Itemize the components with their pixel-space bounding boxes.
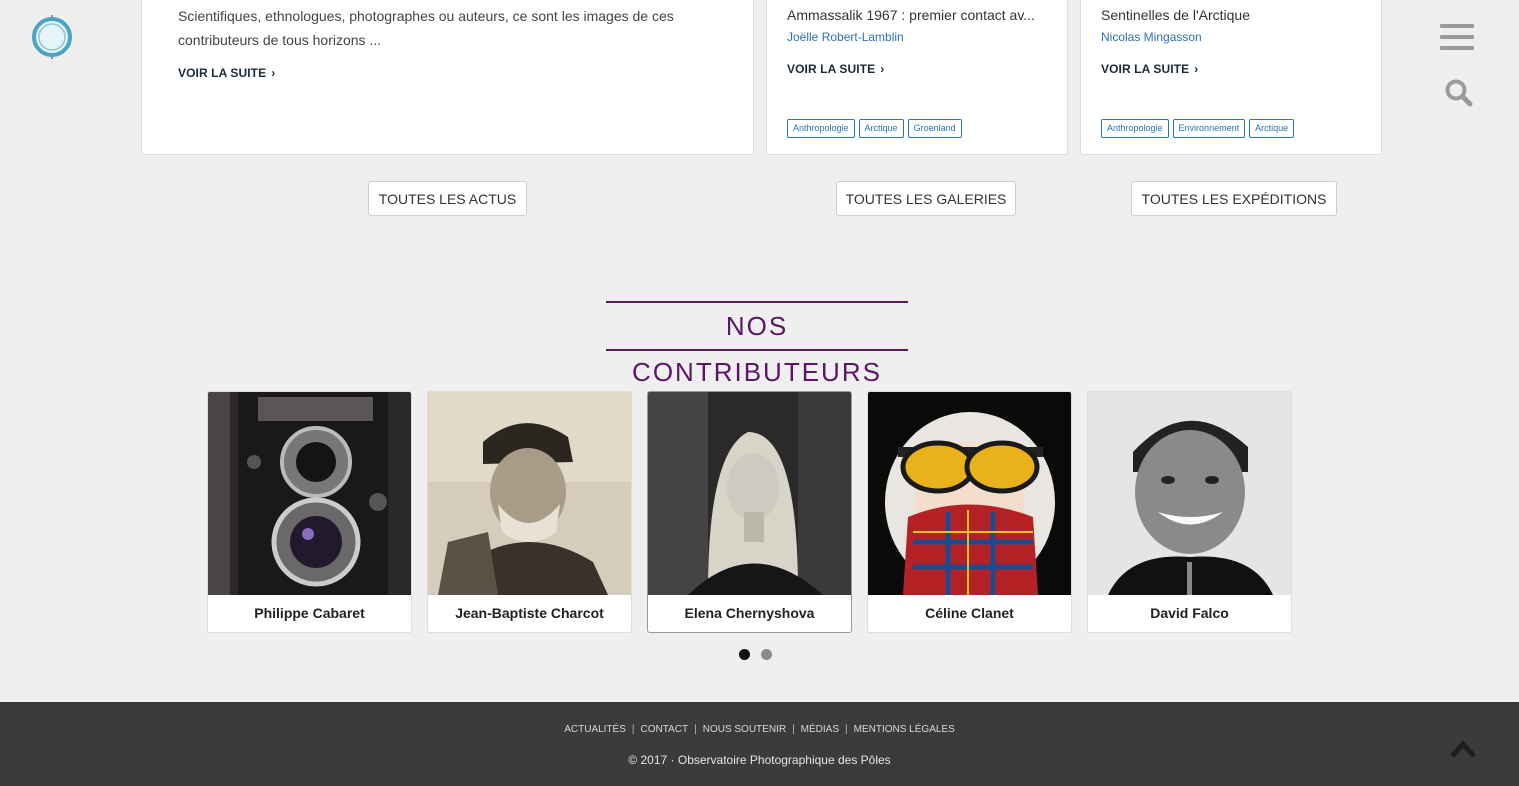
chevron-right-icon: › — [271, 66, 276, 80]
section-title: NOS CONTRIBUTEURS — [606, 301, 908, 387]
tag[interactable]: Arctique — [1249, 119, 1295, 138]
contributor-card[interactable]: Elena Chernyshova — [647, 391, 852, 633]
contributor-name: David Falco — [1150, 605, 1229, 621]
card-title[interactable]: Ammassalik 1967 : premier contact av... — [787, 7, 1049, 23]
hamburger-menu-icon[interactable] — [1440, 24, 1474, 50]
card-author-link[interactable]: Nicolas Mingasson — [1101, 30, 1202, 44]
all-expeditions-button[interactable]: TOUTES LES EXPÉDITIONS — [1131, 181, 1337, 216]
carousel-pagination — [739, 649, 772, 660]
site-footer: ACTUALITÉS | CONTACT | NOUS SOUTENIR | MÉDIAS |… — [0, 702, 1519, 786]
card-excerpt: Scientifiques, ethnologues, photographes… — [178, 4, 718, 52]
read-more-label: VOIR LA SUITE — [1101, 62, 1190, 76]
tag[interactable]: Environnement — [1172, 119, 1246, 138]
all-galleries-button[interactable]: TOUTES LES GALERIES — [836, 181, 1016, 216]
card-title[interactable]: Sentinelles de l'Arctique — [1101, 7, 1363, 23]
read-more-label: VOIR LA SUITE — [178, 66, 267, 80]
chevron-right-icon: › — [1194, 62, 1199, 76]
footer-link-actualites[interactable]: ACTUALITÉS — [564, 724, 626, 735]
copyright-text: © 2017 · Observatoire Photographique des… — [628, 753, 891, 767]
carousel-dot[interactable] — [761, 649, 772, 660]
contributor-photo — [648, 392, 851, 595]
contributor-card[interactable]: David Falco — [1087, 391, 1292, 633]
footer-link-medias[interactable]: MÉDIAS — [801, 724, 839, 735]
card-author-link[interactable]: Joëlle Robert-Lamblin — [787, 30, 904, 44]
expedition-card: Sentinelles de l'Arctique Nicolas Mingas… — [1080, 0, 1382, 155]
excerpt-line: Scientifiques, ethnologues, photographes… — [178, 8, 674, 24]
contributor-name: Elena Chernyshova — [684, 605, 815, 621]
read-more-link[interactable]: VOIR LA SUITE › — [787, 62, 884, 76]
excerpt-line: contributeurs de tous horizons ... — [178, 32, 382, 48]
footer-link-mentions[interactable]: MENTIONS LÉGALES — [854, 724, 955, 735]
read-more-link[interactable]: VOIR LA SUITE › — [178, 66, 275, 80]
contributor-name: Jean-Baptiste Charcot — [455, 605, 604, 621]
tag[interactable]: Arctique — [858, 119, 904, 138]
contributor-photo — [1088, 392, 1291, 595]
tag-list: Anthropologie Environnement Arctique — [1101, 119, 1295, 138]
footer-separator: | — [631, 724, 635, 735]
read-more-link[interactable]: VOIR LA SUITE › — [1101, 62, 1198, 76]
read-more-label: VOIR LA SUITE — [787, 62, 876, 76]
tag[interactable]: Anthropologie — [787, 119, 855, 138]
tag-list: Anthropologie Arctique Groenland — [787, 119, 962, 138]
contributor-card[interactable]: Jean-Baptiste Charcot — [427, 391, 632, 633]
tag[interactable]: Anthropologie — [1101, 119, 1169, 138]
footer-link-contact[interactable]: CONTACT — [641, 724, 689, 735]
footer-separator: | — [792, 724, 795, 735]
search-icon[interactable] — [1444, 78, 1474, 108]
scroll-to-top-icon[interactable] — [1450, 740, 1476, 758]
contributor-name: Philippe Cabaret — [254, 605, 365, 621]
tag[interactable]: Groenland — [907, 119, 962, 138]
site-logo[interactable] — [30, 12, 74, 62]
contributor-card[interactable]: Céline Clanet — [867, 391, 1072, 633]
contributor-photo — [208, 392, 411, 595]
footer-separator: | — [694, 724, 697, 735]
footer-separator: | — [845, 724, 848, 735]
chevron-right-icon: › — [880, 62, 885, 76]
contributor-photo — [428, 392, 631, 595]
footer-nav: ACTUALITÉS | CONTACT | NOUS SOUTENIR | MÉDIAS |… — [0, 724, 1519, 735]
footer-link-soutenir[interactable]: NOUS SOUTENIR — [703, 724, 786, 735]
contributor-card[interactable]: Philippe Cabaret — [207, 391, 412, 633]
carousel-dot[interactable] — [739, 649, 750, 660]
contributor-photo — [868, 392, 1071, 595]
contributor-name: Céline Clanet — [925, 605, 1014, 621]
news-card: Scientifiques, ethnologues, photographes… — [141, 0, 754, 155]
gallery-card: Ammassalik 1967 : premier contact av... … — [766, 0, 1068, 155]
all-news-button[interactable]: TOUTES LES ACTUS — [368, 181, 527, 216]
